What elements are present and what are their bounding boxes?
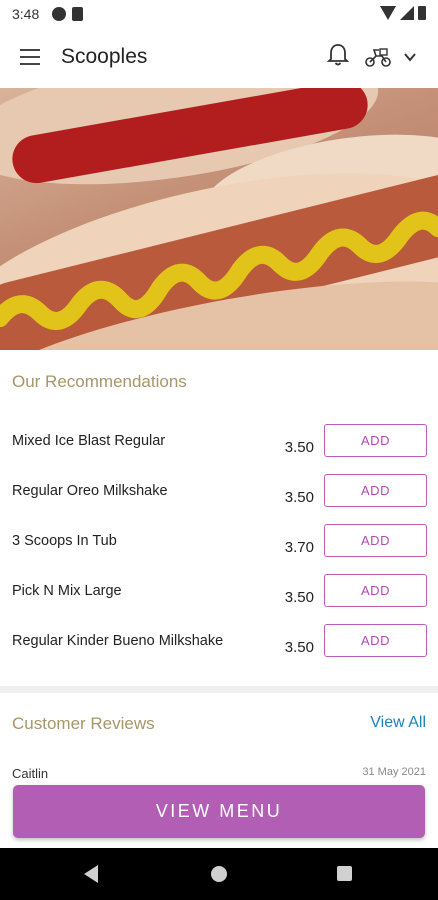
review-date: 31 May 2021	[362, 766, 426, 778]
add-button[interactable]: ADD	[324, 624, 427, 657]
add-button[interactable]: ADD	[324, 524, 427, 557]
reviewer-name: Caitlin	[12, 766, 49, 781]
status-system-icons	[380, 6, 426, 20]
hero-image-hotdog	[0, 88, 438, 350]
app-bar: Scooples	[0, 30, 438, 88]
item-price: 3.50	[284, 589, 314, 606]
status-time: 3:48	[12, 6, 40, 22]
menu-icon[interactable]	[20, 49, 40, 65]
back-icon[interactable]	[84, 865, 98, 883]
item-price: 3.50	[284, 489, 314, 506]
system-nav-bar	[0, 848, 438, 900]
section-divider	[0, 686, 438, 693]
notification-circle-icon	[52, 7, 66, 21]
recent-apps-icon[interactable]	[337, 866, 352, 881]
sd-card-icon	[72, 7, 83, 21]
battery-icon	[418, 6, 426, 20]
scooter-icon[interactable]	[364, 46, 392, 68]
status-notification-icons	[52, 7, 83, 21]
bell-icon[interactable]	[326, 42, 350, 68]
signal-icon	[400, 6, 414, 20]
add-button[interactable]: ADD	[324, 424, 427, 457]
item-name: Regular Oreo Milkshake	[12, 483, 168, 499]
item-price: 3.70	[284, 539, 314, 556]
list-item: Regular Kinder Bueno Milkshake 3.50 ADD	[0, 624, 438, 683]
item-name: Mixed Ice Blast Regular	[12, 433, 166, 449]
chevron-down-icon[interactable]	[403, 50, 417, 64]
item-name: Regular Kinder Bueno Milkshake	[12, 633, 224, 649]
item-price: 3.50	[284, 639, 314, 656]
recommendations-title: Our Recommendations	[12, 372, 187, 391]
status-bar: 3:48	[0, 0, 438, 30]
view-all-link[interactable]: View All	[370, 714, 426, 732]
view-menu-button[interactable]: VIEW MENU	[13, 785, 425, 838]
item-name: Pick N Mix Large	[12, 583, 122, 599]
add-button[interactable]: ADD	[324, 474, 427, 507]
wifi-icon	[380, 6, 396, 20]
home-icon[interactable]	[211, 866, 227, 882]
reviews-title: Customer Reviews	[12, 714, 155, 733]
item-price: 3.50	[284, 439, 314, 456]
add-button[interactable]: ADD	[324, 574, 427, 607]
item-name: 3 Scoops In Tub	[12, 533, 117, 549]
app-title: Scooples	[61, 45, 148, 68]
